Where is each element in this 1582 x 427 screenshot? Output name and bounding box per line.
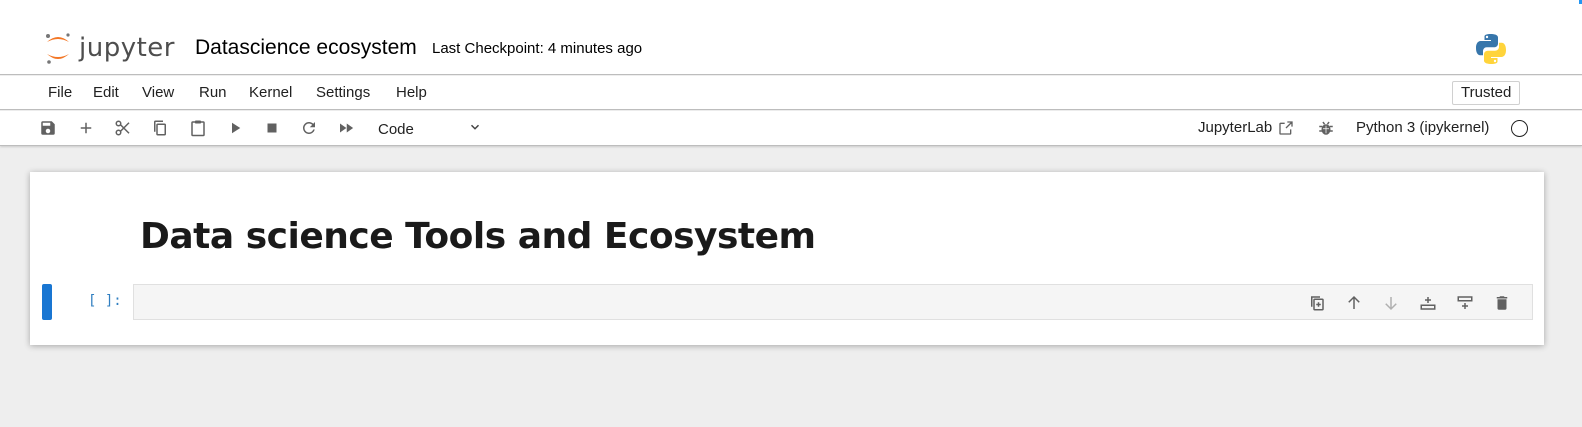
restart-icon (302, 121, 315, 134)
move-cell-down-button[interactable] (1381, 293, 1401, 313)
input-prompt: [ ]: (88, 293, 122, 309)
add-cell-icon (80, 122, 92, 134)
copy-button[interactable] (150, 118, 170, 138)
menu-settings[interactable]: Settings (316, 84, 370, 101)
chevron-down-icon (468, 120, 482, 138)
code-cell-editor[interactable] (133, 284, 1533, 320)
jupyter-logo[interactable]: jupyter (43, 30, 178, 66)
move-up-icon (1348, 295, 1360, 309)
kernel-name[interactable]: Python 3 (ipykernel) (1356, 119, 1489, 136)
restart-button[interactable] (299, 118, 319, 138)
cut-button[interactable] (113, 118, 133, 138)
notebook-toolbar: Code JupyterLab Python 3 (ipykernel) (0, 111, 1582, 146)
last-checkpoint: Last Checkpoint: 4 minutes ago (432, 40, 643, 57)
menu-edit[interactable]: Edit (93, 84, 119, 101)
duplicate-cell-icon (1311, 296, 1324, 311)
insert-below-icon (1457, 296, 1473, 309)
kernel-status-indicator (1511, 120, 1528, 137)
cell-type-select[interactable]: Code (378, 118, 482, 140)
insert-cell-above-button[interactable] (1418, 293, 1438, 313)
move-down-icon (1385, 297, 1397, 311)
jupyter-logo-icon (46, 33, 70, 64)
move-cell-up-button[interactable] (1344, 293, 1364, 313)
jupyter-wordmark: jupyter (79, 33, 175, 63)
insert-above-icon (1420, 297, 1436, 310)
menu-help[interactable]: Help (396, 84, 427, 101)
notebook-panel: Data science Tools and Ecosystem [ ]: (30, 172, 1544, 345)
save-button[interactable] (38, 118, 58, 138)
run-all-button[interactable] (336, 118, 356, 138)
notebook-header: jupyter Datascience ecosystem Last Check… (0, 0, 1582, 75)
run-button[interactable] (225, 118, 245, 138)
menu-view[interactable]: View (142, 84, 174, 101)
copy-icon (154, 120, 166, 136)
fast-forward-icon (340, 123, 354, 133)
delete-cell-button[interactable] (1492, 293, 1512, 313)
notebook-title[interactable]: Datascience ecosystem (195, 36, 417, 60)
stop-button[interactable] (262, 118, 282, 138)
menu-run[interactable]: Run (199, 84, 227, 101)
jupyterlab-label: JupyterLab (1198, 119, 1273, 136)
duplicate-cell-button[interactable] (1307, 293, 1327, 313)
run-icon (232, 122, 241, 134)
menu-file[interactable]: File (48, 84, 72, 101)
delete-cell-icon (1496, 296, 1508, 310)
menu-kernel[interactable]: Kernel (249, 84, 292, 101)
add-cell-button[interactable] (76, 118, 96, 138)
paste-button[interactable] (188, 118, 208, 138)
insert-cell-below-button[interactable] (1455, 293, 1475, 313)
open-in-jupyterlab-link[interactable]: JupyterLab (1198, 119, 1294, 136)
cell-collapser[interactable] (42, 284, 52, 320)
paste-icon (191, 120, 205, 137)
cell-type-value: Code (378, 120, 414, 138)
external-link-icon (1279, 120, 1293, 135)
cut-icon (115, 120, 130, 136)
stop-icon (267, 123, 277, 133)
bug-icon[interactable] (1317, 119, 1335, 137)
trusted-indicator[interactable]: Trusted (1452, 81, 1521, 105)
save-icon (41, 121, 55, 135)
markdown-cell-heading[interactable]: Data science Tools and Ecosystem (140, 216, 816, 257)
python-logo-icon (1476, 34, 1506, 64)
menu-bar: File Edit View Run Kernel Settings Help … (0, 76, 1582, 110)
